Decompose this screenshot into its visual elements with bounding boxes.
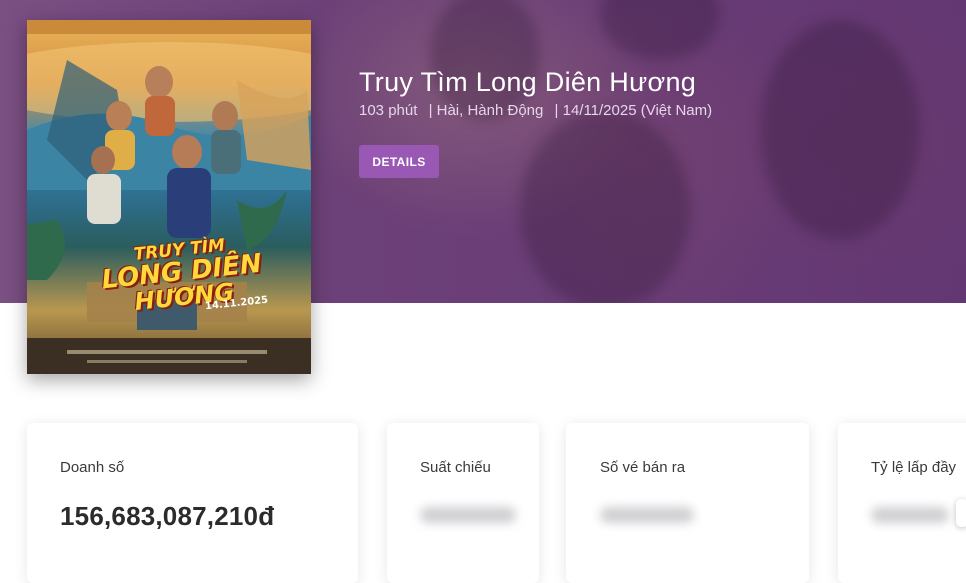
movie-meta: 103 phút | Hài, Hành Động | 14/11/2025 (… <box>359 102 719 119</box>
details-button[interactable]: DETAILS <box>359 145 439 178</box>
scroll-handle[interactable] <box>956 499 966 527</box>
stat-value-hidden <box>420 507 516 523</box>
backdrop-figure <box>760 20 920 240</box>
backdrop-figure <box>600 0 720 60</box>
stat-value-hidden <box>600 507 694 523</box>
stat-value-hidden <box>871 507 949 523</box>
stat-card-occupancy: Tỷ lệ lấp đầy <box>838 423 966 583</box>
stat-label: Suất chiếu <box>420 459 491 476</box>
stat-card-tickets-sold: Số vé bán ra <box>566 423 809 583</box>
stat-value: 156,683,087,210đ <box>60 501 275 531</box>
stat-card-revenue: Doanh số 156,683,087,210đ <box>27 423 358 583</box>
movie-poster[interactable]: TRUY TÌM LONG DIÊN HƯƠNG 14.11.2025 <box>27 20 311 374</box>
movie-release-date: | 14/11/2025 (Việt Nam) <box>554 102 713 119</box>
poster-artwork <box>27 20 311 374</box>
movie-duration: 103 phút <box>359 102 418 119</box>
stat-label: Doanh số <box>60 459 125 476</box>
movie-title: Truy Tìm Long Diên Hương <box>359 67 697 97</box>
stat-card-showtimes: Suất chiếu <box>387 423 539 583</box>
stat-label: Số vé bán ra <box>600 459 686 476</box>
stat-label: Tỷ lệ lấp đầy <box>871 459 957 476</box>
movie-genres: | Hài, Hành Động <box>428 102 544 119</box>
backdrop-figure <box>520 110 690 303</box>
